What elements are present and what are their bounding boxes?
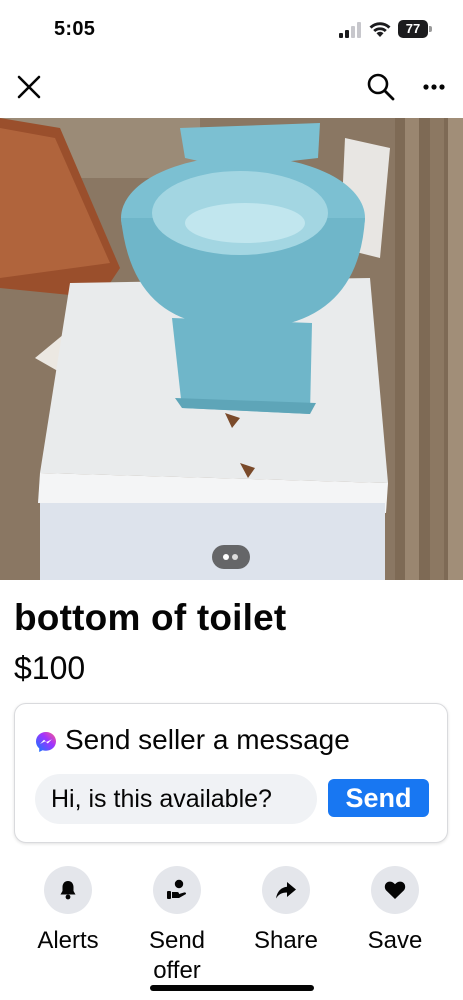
share-label: Share: [253, 927, 319, 954]
action-row: Alerts Send offer Share Save: [0, 866, 463, 996]
messenger-icon: [36, 732, 56, 752]
share-circle: [262, 866, 310, 914]
battery-tip: [429, 26, 432, 32]
bell-icon: [60, 881, 76, 900]
send-offer-circle: [153, 866, 201, 914]
save-label: Save: [367, 927, 423, 954]
share-icon: [276, 882, 296, 899]
battery-indicator: 77: [398, 20, 432, 38]
offer-icon: [167, 879, 186, 899]
alerts-circle: [44, 866, 92, 914]
message-seller-card: Send seller a message Send: [14, 703, 448, 843]
alerts-label: Alerts: [37, 927, 99, 954]
battery-level: 77: [398, 20, 428, 38]
send-offer-label: Send offer: [148, 927, 206, 984]
listing-photo[interactable]: [0, 118, 463, 580]
page-dot: [223, 554, 229, 560]
save-button[interactable]: Save: [345, 866, 445, 956]
photo-page-indicator: [212, 545, 250, 569]
send-offer-button[interactable]: Send offer: [127, 866, 227, 986]
status-time: 5:05: [54, 18, 96, 40]
photo-illustration: [0, 118, 463, 580]
heart-icon: [384, 881, 406, 899]
close-icon[interactable]: [12, 70, 46, 104]
listing-price: $100: [14, 650, 86, 686]
signal-icon: [339, 22, 361, 38]
page-dot: [232, 554, 238, 560]
alerts-button[interactable]: Alerts: [18, 866, 118, 956]
status-bar: 5:05 77: [0, 0, 463, 60]
share-button[interactable]: Share: [236, 866, 336, 956]
save-circle: [371, 866, 419, 914]
more-icon[interactable]: [418, 70, 452, 104]
message-card-title: Send seller a message: [65, 724, 350, 755]
wifi-icon: [369, 22, 391, 37]
home-indicator[interactable]: [150, 985, 314, 991]
search-icon[interactable]: [364, 70, 398, 104]
listing-title: bottom of toilet: [14, 597, 287, 638]
send-button[interactable]: Send: [328, 779, 429, 817]
message-input[interactable]: [35, 774, 317, 824]
nav-bar: [0, 62, 463, 114]
